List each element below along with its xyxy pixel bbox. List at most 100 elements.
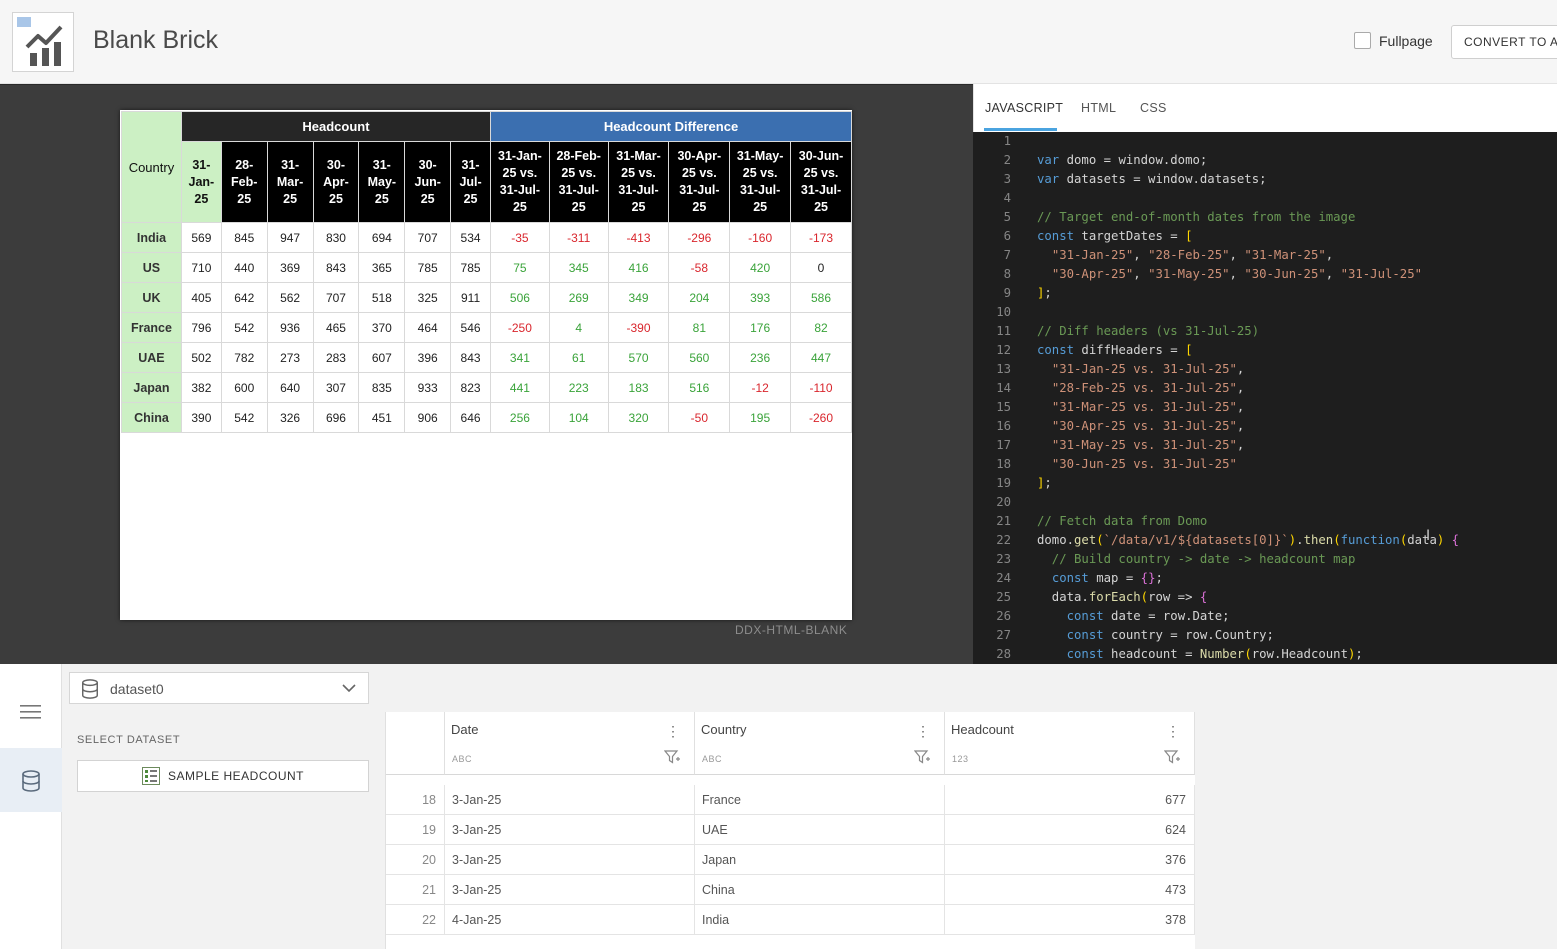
code-editor: JAVASCRIPT HTML CSS 1 2 var domo = window.… <box>973 84 1557 664</box>
preview-pane: Country Headcount Headcount Difference 31- J… <box>0 84 973 664</box>
line-text: // Fetch data from Domo <box>1037 514 1208 528</box>
editor-tab-bar: JAVASCRIPT HTML CSS <box>973 84 1557 132</box>
table-row[interactable]: 19 3-Jan-25 UAE 624 <box>386 815 1195 845</box>
line-number: 4 <box>1003 191 1011 205</box>
line-text: "31-May-25 vs. 31-Jul-25", <box>1051 438 1245 452</box>
row-number: 18 <box>386 785 445 815</box>
text-cursor-icon: I <box>1426 528 1431 544</box>
difference-cell: -413 <box>607 222 670 253</box>
convert-button[interactable]: CONVERT TO AI <box>1451 25 1557 59</box>
headcount-cell: 542 <box>220 402 268 433</box>
fullpage-toggle[interactable]: Fullpage <box>1354 32 1433 49</box>
menu-icon[interactable] <box>20 704 42 720</box>
date-cell: 4-Jan-25 <box>445 905 695 935</box>
headcount-cell: 382 <box>180 372 222 403</box>
sample-headcount-button[interactable]: SAMPLE HEADCOUNT <box>77 760 369 792</box>
tab-css[interactable]: CSS <box>1140 101 1167 115</box>
line-text: "30-Apr-25 vs. 31-Jul-25", <box>1051 419 1245 433</box>
table-row[interactable]: 20 3-Jan-25 Japan 376 <box>386 845 1195 875</box>
brick-footer-label: DDX-HTML-BLANK <box>735 623 848 637</box>
difference-cell: 81 <box>668 312 731 343</box>
country-cell: Japan <box>121 372 182 403</box>
diff-header: 31-Jan-25 vs. 31-Jul-25 <box>490 141 550 223</box>
tab-javascript[interactable]: JAVASCRIPT <box>985 101 1063 115</box>
table-row[interactable]: 22 4-Jan-25 India 378 <box>386 905 1195 935</box>
date-header-part: 31- <box>192 157 211 172</box>
date-header: 31- Jul- 25 <box>450 141 491 223</box>
date-header-part: 25 <box>420 191 435 206</box>
headcount-cell: 646 <box>450 402 491 433</box>
difference-cell: -58 <box>668 252 731 283</box>
line-text: // Target end-of-month dates from the im… <box>1037 210 1356 224</box>
data-grid: Date ABC ⋮ Country ABC ⋮ Headcount 123 ⋮… <box>385 712 1195 949</box>
date-header-part: 30- <box>326 157 345 172</box>
line-number: 5 <box>1003 210 1011 224</box>
date-header-part: Mar- <box>276 174 304 189</box>
rail-dataset-button[interactable] <box>0 748 62 812</box>
diff-header: 30-Apr-25 vs. 31-Jul-25 <box>668 141 731 223</box>
difference-cell: 269 <box>548 282 609 313</box>
filter-icon[interactable] <box>1164 750 1180 764</box>
column-menu-icon[interactable]: ⋮ <box>666 723 680 740</box>
column-header-country[interactable]: Country ABC ⋮ <box>695 712 945 775</box>
headcount-cell: 933 <box>404 372 452 403</box>
filter-icon[interactable] <box>914 750 930 764</box>
column-menu-icon[interactable]: ⋮ <box>916 723 930 740</box>
filter-icon[interactable] <box>664 750 680 764</box>
tab-html[interactable]: HTML <box>1081 101 1116 115</box>
headcount-table: Country Headcount Headcount Difference 31- J… <box>121 111 852 433</box>
date-header-part: Jun- <box>414 174 441 189</box>
sample-button-label: SAMPLE HEADCOUNT <box>167 769 305 783</box>
headcount-cell: 845 <box>220 222 268 253</box>
left-rail <box>0 664 62 949</box>
date-header-part: 31- <box>281 157 300 172</box>
difference-cell: 183 <box>607 372 670 403</box>
row-number: 19 <box>386 815 445 845</box>
column-menu-icon[interactable]: ⋮ <box>1166 723 1180 740</box>
difference-cell: -390 <box>607 312 670 343</box>
fullpage-checkbox[interactable] <box>1354 32 1371 49</box>
difference-cell: -311 <box>548 222 609 253</box>
line-number: 3 <box>1003 172 1011 186</box>
headcount-cell: 390 <box>180 402 222 433</box>
diff-header: 31-Mar-25 vs. 31-Jul-25 <box>607 141 670 223</box>
dataset-name: dataset0 <box>110 681 164 697</box>
date-cell: 3-Jan-25 <box>445 785 695 815</box>
table-row: France 796 542 936 465 370 464 546 -250 4 -390 81 17… <box>121 312 852 343</box>
line-number: 13 <box>996 362 1011 376</box>
column-name: Country <box>701 722 747 737</box>
headcount-cell: 370 <box>358 312 406 343</box>
date-header-part: Jan- <box>188 174 215 189</box>
difference-cell: 320 <box>607 402 670 433</box>
headcount-cell: 947 <box>266 222 314 253</box>
difference-cell: 223 <box>548 372 609 403</box>
difference-cell: -50 <box>668 402 731 433</box>
headcount-cell: 440 <box>220 252 268 283</box>
table-row[interactable]: 21 3-Jan-25 China 473 <box>386 875 1195 905</box>
column-header-date[interactable]: Date ABC ⋮ <box>445 712 695 775</box>
dataset-dropdown[interactable]: dataset0 <box>69 672 369 704</box>
difference-cell: -160 <box>729 222 792 253</box>
code-area[interactable]: 1 2 var domo = window.domo; 3 var datasets =… <box>973 132 1557 664</box>
line-number: 1 <box>1003 134 1011 148</box>
chart-app-icon <box>12 12 74 72</box>
headcount-cell: 518 <box>358 282 406 313</box>
headcount-cell: 502 <box>180 342 222 373</box>
date-header-part: 25 <box>374 191 389 206</box>
column-header-headcount[interactable]: Headcount 123 ⋮ <box>945 712 1195 775</box>
country-cell: UAE <box>121 342 182 373</box>
difference-cell: 204 <box>668 282 731 313</box>
line-number: 27 <box>996 628 1011 642</box>
difference-group-header: Headcount Difference <box>490 111 852 142</box>
country-cell: France <box>121 312 182 343</box>
line-number: 23 <box>996 552 1011 566</box>
headcount-cell: 607 <box>358 342 406 373</box>
chevron-down-icon <box>342 684 356 693</box>
date-header-part: 30- <box>418 157 437 172</box>
diff-header: 30-Jun-25 vs. 31-Jul-25 <box>790 141 852 223</box>
column-type: ABC <box>452 754 473 764</box>
table-row[interactable]: 18 3-Jan-25 France 677 <box>386 785 1195 815</box>
active-tab-indicator <box>984 128 1057 131</box>
difference-cell: 0 <box>790 252 852 283</box>
line-text: var domo = window.domo; <box>1037 153 1208 167</box>
